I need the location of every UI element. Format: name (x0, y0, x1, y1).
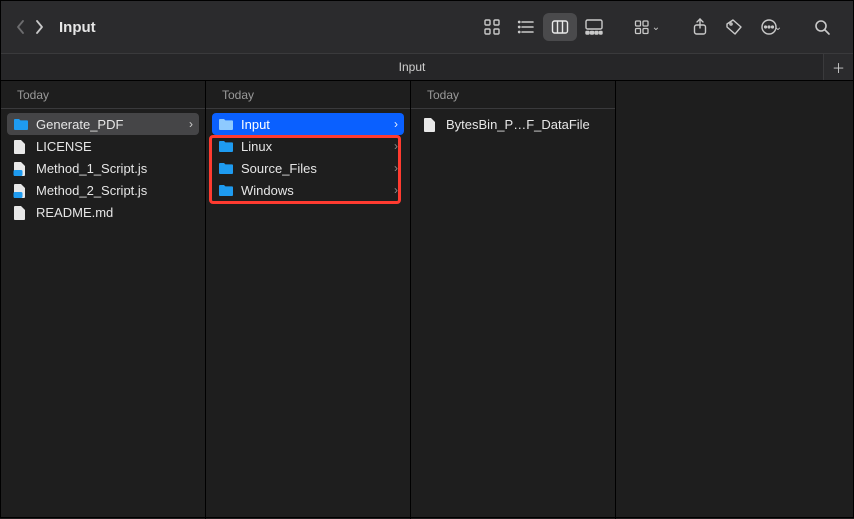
column-header[interactable]: Today (1, 81, 205, 109)
list-item[interactable]: BytesBin_P…F_DataFile (417, 113, 609, 135)
item-label: Generate_PDF (36, 117, 182, 132)
column-header[interactable]: Today (411, 81, 615, 109)
chevron-right-icon: › (189, 117, 193, 131)
item-label: BytesBin_P…F_DataFile (446, 117, 603, 132)
view-list-button[interactable] (509, 13, 543, 41)
chevron-down-icon: ⌄ (774, 22, 782, 33)
list-item[interactable]: Method_2_Script.js (7, 179, 199, 201)
item-label: Windows (241, 183, 387, 198)
view-columns-button[interactable] (543, 13, 577, 41)
js-file-icon (13, 161, 29, 175)
tab-bar: Input ＋ (1, 53, 853, 81)
column-4 (616, 81, 853, 519)
view-icons-button[interactable] (475, 13, 509, 41)
chevron-right-icon: › (394, 161, 398, 175)
file-icon (423, 117, 439, 131)
folder-icon (218, 117, 234, 131)
chevron-right-icon: › (394, 117, 398, 131)
column-2: Today Input › Linux › Source_Files › Win… (206, 81, 411, 519)
chevron-down-icon: ⌄ (652, 22, 660, 33)
chevron-right-icon: › (394, 139, 398, 153)
item-label: Method_2_Script.js (36, 183, 193, 198)
column-header[interactable]: Today (206, 81, 410, 109)
share-button[interactable] (683, 13, 717, 41)
folder-icon (218, 139, 234, 153)
search-button[interactable] (805, 13, 839, 41)
item-label: README.md (36, 205, 193, 220)
tab-label: Input (399, 60, 426, 74)
list-item[interactable]: Generate_PDF › (7, 113, 199, 135)
toolbar: Input ⌄ ⌄ (1, 1, 853, 53)
folder-icon (218, 183, 234, 197)
column-1: Today Generate_PDF › LICENSE Method_1_Sc… (1, 81, 206, 519)
column-3: Today BytesBin_P…F_DataFile (411, 81, 616, 519)
list-item[interactable]: Windows › (212, 179, 404, 201)
folder-icon (218, 161, 234, 175)
list-item[interactable]: LICENSE (7, 135, 199, 157)
folder-icon (13, 117, 29, 131)
group-menu-button[interactable]: ⌄ (625, 13, 669, 41)
action-menu-button[interactable]: ⌄ (751, 13, 791, 41)
chevron-right-icon: › (394, 183, 398, 197)
list-item[interactable]: Source_Files › (212, 157, 404, 179)
list-item[interactable]: Input › (212, 113, 404, 135)
item-label: Linux (241, 139, 387, 154)
item-label: LICENSE (36, 139, 193, 154)
tab-input[interactable]: Input (1, 54, 823, 80)
file-icon (13, 139, 29, 153)
nav-back-button[interactable] (15, 19, 27, 35)
list-item[interactable]: README.md (7, 201, 199, 223)
tags-button[interactable] (717, 13, 751, 41)
list-item[interactable]: Method_1_Script.js (7, 157, 199, 179)
js-file-icon (13, 183, 29, 197)
window-title: Input (59, 19, 96, 36)
item-label: Source_Files (241, 161, 387, 176)
column-browser: Today Generate_PDF › LICENSE Method_1_Sc… (1, 81, 853, 519)
add-tab-button[interactable]: ＋ (823, 54, 853, 80)
view-gallery-button[interactable] (577, 13, 611, 41)
item-label: Input (241, 117, 387, 132)
list-item[interactable]: Linux › (212, 135, 404, 157)
file-icon (13, 205, 29, 219)
nav-forward-button[interactable] (33, 19, 45, 35)
item-label: Method_1_Script.js (36, 161, 193, 176)
view-mode-group (475, 13, 611, 41)
